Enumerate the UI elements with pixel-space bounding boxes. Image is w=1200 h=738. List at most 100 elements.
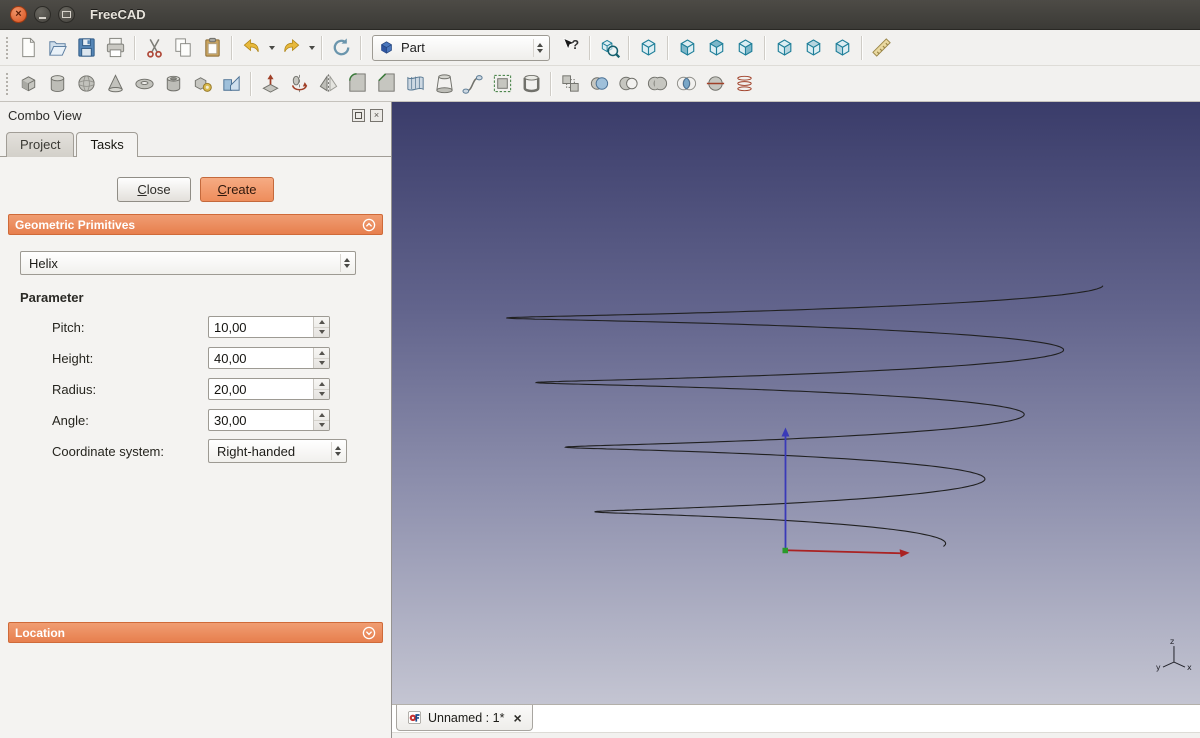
pitch-input[interactable] xyxy=(209,317,313,337)
coordinate-system-label: Coordinate system: xyxy=(52,443,164,459)
primitive-type-select[interactable]: Helix xyxy=(20,251,356,275)
toolbar-grip[interactable] xyxy=(5,36,10,59)
print-icon[interactable] xyxy=(101,33,130,62)
chamfer-icon[interactable] xyxy=(372,69,401,98)
tube-icon[interactable] xyxy=(159,69,188,98)
sweep-icon[interactable] xyxy=(459,69,488,98)
sphere-icon[interactable] xyxy=(72,69,101,98)
radius-spin-down[interactable] xyxy=(314,390,329,400)
create-primitives-icon[interactable] xyxy=(188,69,217,98)
svg-text:x: x xyxy=(1187,663,1192,672)
cut-icon[interactable] xyxy=(140,33,169,62)
field-row-height: Height: xyxy=(52,347,391,369)
radius-label: Radius: xyxy=(52,381,97,397)
section-icon[interactable] xyxy=(701,69,730,98)
height-spin-up[interactable] xyxy=(314,348,329,359)
top-view-icon[interactable] xyxy=(702,33,731,62)
panel-float-icon[interactable] xyxy=(352,109,365,122)
height-input[interactable] xyxy=(209,348,313,368)
shape-builder-icon[interactable] xyxy=(217,69,246,98)
expand-section-icon[interactable] xyxy=(362,626,376,640)
open-document-icon[interactable] xyxy=(43,33,72,62)
torus-icon[interactable] xyxy=(130,69,159,98)
toolbar-separator xyxy=(250,71,252,96)
measure-distance-icon[interactable] xyxy=(867,33,896,62)
helix-curve[interactable] xyxy=(506,285,1104,547)
union-icon[interactable] xyxy=(643,69,672,98)
paste-icon[interactable] xyxy=(198,33,227,62)
radius-spin-up[interactable] xyxy=(314,379,329,390)
ruled-surface-icon[interactable] xyxy=(401,69,430,98)
cross-sections-icon[interactable] xyxy=(730,69,759,98)
panel-close-icon[interactable]: × xyxy=(370,109,383,122)
window-minimize-button[interactable] xyxy=(34,6,51,23)
origin-axes xyxy=(781,427,910,558)
box-icon[interactable] xyxy=(14,69,43,98)
angle-spin-down[interactable] xyxy=(314,421,329,431)
boolean-icon[interactable] xyxy=(585,69,614,98)
tab-tasks[interactable]: Tasks xyxy=(76,132,138,157)
combo-view-panel: Combo View × Project Tasks Close Create … xyxy=(0,102,392,738)
left-view-icon[interactable] xyxy=(828,33,857,62)
combo-view-title: Combo View xyxy=(8,108,82,123)
copy-icon[interactable] xyxy=(169,33,198,62)
toolbar-grip[interactable] xyxy=(5,72,10,95)
angle-spin-up[interactable] xyxy=(314,410,329,421)
tab-project[interactable]: Project xyxy=(6,132,75,157)
mirror-icon[interactable] xyxy=(314,69,343,98)
intersection-icon[interactable] xyxy=(672,69,701,98)
cylinder-icon[interactable] xyxy=(43,69,72,98)
primitive-type-value: Helix xyxy=(29,255,58,271)
whats-this-icon[interactable]: ? xyxy=(556,33,585,62)
toolbar-separator xyxy=(321,35,323,60)
refresh-icon[interactable] xyxy=(327,33,356,62)
right-view-icon[interactable] xyxy=(731,33,760,62)
revolve-icon[interactable] xyxy=(285,69,314,98)
workbench-selector-value: Part xyxy=(401,40,425,55)
radius-input[interactable] xyxy=(209,379,313,399)
section-geometric-primitives[interactable]: Geometric Primitives xyxy=(8,214,383,235)
combo-view-tabs: Project Tasks xyxy=(0,126,391,157)
origin-point xyxy=(782,547,788,554)
workbench-selector[interactable]: Part xyxy=(372,34,550,61)
window-close-button[interactable]: × xyxy=(10,6,27,23)
loft-icon[interactable] xyxy=(430,69,459,98)
save-document-icon[interactable] xyxy=(72,33,101,62)
freecad-document-icon xyxy=(408,711,421,724)
extrude-icon[interactable] xyxy=(256,69,285,98)
window-maximize-button[interactable] xyxy=(58,6,75,23)
front-view-icon[interactable] xyxy=(673,33,702,62)
document-tab[interactable]: Unnamed : 1* × xyxy=(396,705,533,731)
section-location[interactable]: Location xyxy=(8,622,383,643)
pitch-spin-down[interactable] xyxy=(314,328,329,338)
redo-icon[interactable] xyxy=(277,33,306,62)
rear-view-icon[interactable] xyxy=(770,33,799,62)
coordinate-system-select[interactable]: Right-handed xyxy=(208,439,347,463)
toolbar-separator xyxy=(134,35,136,60)
new-document-icon[interactable] xyxy=(14,33,43,62)
3d-scene[interactable]: z y x xyxy=(392,102,1200,704)
compound-icon[interactable] xyxy=(556,69,585,98)
angle-input[interactable] xyxy=(209,410,313,430)
axonometric-view-icon[interactable] xyxy=(634,33,663,62)
redo-dropdown-arrow-icon[interactable] xyxy=(306,35,317,61)
undo-dropdown-arrow-icon[interactable] xyxy=(266,35,277,61)
fit-all-icon[interactable] xyxy=(595,33,624,62)
close-button[interactable]: Close xyxy=(117,177,191,202)
titlebar[interactable]: × FreeCAD xyxy=(0,0,1200,30)
3d-viewport[interactable]: z y x xyxy=(392,102,1200,704)
undo-icon[interactable] xyxy=(237,33,266,62)
cone-icon[interactable] xyxy=(101,69,130,98)
bottom-view-icon[interactable] xyxy=(799,33,828,62)
pitch-spin-up[interactable] xyxy=(314,317,329,328)
create-button[interactable]: Create xyxy=(200,177,274,202)
cut-boolean-icon[interactable] xyxy=(614,69,643,98)
field-row-coordinate-system: Coordinate system: Right-handed xyxy=(52,439,391,463)
section-location-title: Location xyxy=(15,625,65,640)
offset-icon[interactable] xyxy=(488,69,517,98)
collapse-section-icon[interactable] xyxy=(362,218,376,232)
thickness-icon[interactable] xyxy=(517,69,546,98)
height-spin-down[interactable] xyxy=(314,359,329,369)
fillet-icon[interactable] xyxy=(343,69,372,98)
document-tab-close-icon[interactable]: × xyxy=(513,711,521,725)
